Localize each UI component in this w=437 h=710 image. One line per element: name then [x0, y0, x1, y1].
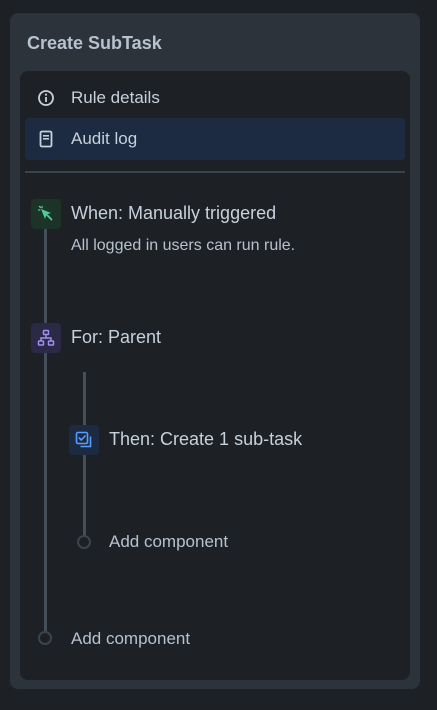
action-title[interactable]: Then: Create 1 sub-task [109, 428, 302, 450]
trigger-node-icon-box[interactable] [31, 199, 61, 229]
menu-item-label: Rule details [71, 88, 160, 107]
subtask-icon [75, 431, 92, 448]
add-component-outer-link[interactable]: Add component [71, 629, 190, 649]
add-component-inner-link[interactable]: Add component [109, 532, 228, 552]
add-component-dot[interactable] [77, 535, 91, 549]
rule-content-area [20, 71, 410, 680]
flow-connector-line [44, 226, 47, 634]
document-icon [37, 130, 55, 148]
branch-title[interactable]: For: Parent [71, 326, 161, 348]
divider [25, 171, 405, 173]
panel-title: Create SubTask [27, 33, 162, 53]
action-node-icon-box[interactable] [69, 425, 99, 455]
branch-node-icon-box[interactable] [31, 323, 61, 353]
trigger-title[interactable]: When: Manually triggered [71, 202, 276, 224]
trigger-subtitle: All logged in users can run rule. [71, 237, 296, 254]
hierarchy-icon [37, 329, 55, 346]
menu-item-audit-log[interactable]: Audit log [25, 118, 405, 160]
info-icon [37, 89, 55, 107]
menu-item-label: Audit log [71, 129, 138, 148]
menu-item-rule-details[interactable]: Rule details [25, 77, 405, 119]
cursor-click-icon [37, 205, 53, 221]
add-component-dot[interactable] [38, 631, 52, 645]
